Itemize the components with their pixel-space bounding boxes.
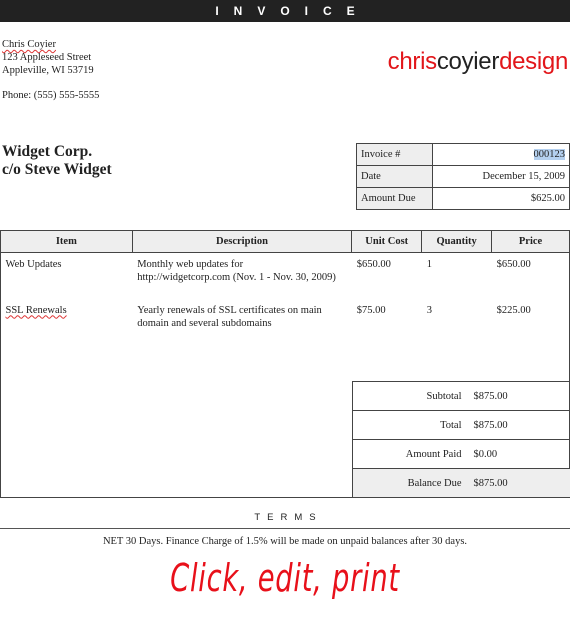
date-field[interactable]: December 15, 2009 xyxy=(432,165,570,188)
item-description[interactable]: Monthly web updates for http://widgetcorp… xyxy=(132,253,352,299)
invoice-number-field[interactable]: 000123 xyxy=(432,143,570,166)
total-value: $875.00 xyxy=(469,410,570,440)
item-name-text[interactable]: SSL Renewals xyxy=(6,305,67,316)
balance-due-label: Balance Due xyxy=(352,468,470,498)
item-description-line[interactable]: Yearly renewals of SSL certificates on m… xyxy=(137,304,348,317)
date-label: Date xyxy=(356,165,433,188)
amount-due-value: $625.00 xyxy=(432,187,570,210)
item-description-line[interactable]: Monthly web updates for xyxy=(137,258,348,271)
total-label: Total xyxy=(352,410,470,440)
logo-part-1: chris xyxy=(387,48,437,75)
invoice-number-label: Invoice # xyxy=(356,143,433,166)
table-row: SSL Renewals Yearly renewals of SSL cert… xyxy=(1,299,570,381)
sender-city[interactable]: Appleville, WI 53719 xyxy=(2,64,99,77)
sender-address[interactable]: Chris Coyier 123 Appleseed Street Applev… xyxy=(2,38,99,102)
column-header-description: Description xyxy=(131,230,353,253)
item-quantity[interactable]: 1 xyxy=(422,253,492,299)
column-header-item: Item xyxy=(0,230,133,253)
amount-paid-label: Amount Paid xyxy=(352,439,470,469)
totals-table: Subtotal $875.00 Total $875.00 Amount Pa… xyxy=(352,381,570,498)
logo-part-2: coyier xyxy=(436,48,500,75)
balance-due-value: $875.00 xyxy=(469,468,570,498)
column-header-quantity: Quantity xyxy=(421,230,493,253)
logo-part-3: design xyxy=(499,48,568,75)
item-unit-cost[interactable]: $650.00 xyxy=(352,253,422,299)
invoice-header[interactable]: INVOICE xyxy=(0,0,570,22)
terms-heading: TERMS xyxy=(254,512,323,523)
table-row: Web Updates Monthly web updates for http:… xyxy=(1,253,570,299)
terms-divider xyxy=(0,528,570,529)
sender-phone[interactable]: Phone: (555) 555-5555 xyxy=(2,89,99,102)
customer-title[interactable]: Widget Corp. c/o Steve Widget xyxy=(2,143,112,179)
amount-due-label: Amount Due xyxy=(356,187,433,210)
invoice-number-value[interactable]: 000123 xyxy=(533,149,565,160)
subtotal-value: $875.00 xyxy=(469,381,570,411)
item-price: $225.00 xyxy=(496,304,531,316)
handwritten-annotation: Click, edit, print xyxy=(170,556,400,600)
item-price: $650.00 xyxy=(496,259,531,270)
terms-text[interactable]: NET 30 Days. Finance Charge of 1.5% will… xyxy=(0,536,570,547)
meta-row-date: Date December 15, 2009 xyxy=(356,165,570,188)
item-description[interactable]: Yearly renewals of SSL certificates on m… xyxy=(132,299,352,381)
subtotal-label: Subtotal xyxy=(352,381,470,411)
meta-row-invoice-number: Invoice # 000123 xyxy=(356,143,570,166)
item-name[interactable]: Web Updates xyxy=(1,253,133,299)
item-quantity[interactable]: 3 xyxy=(422,299,492,381)
amount-paid-value[interactable]: $0.00 xyxy=(469,439,570,469)
sender-street[interactable]: 123 Appleseed Street xyxy=(2,51,99,64)
sender-name[interactable]: Chris Coyier xyxy=(2,39,56,50)
meta-row-amount-due: Amount Due $625.00 xyxy=(356,187,570,210)
column-header-price: Price xyxy=(491,230,570,253)
customer-company[interactable]: Widget Corp. xyxy=(2,143,112,161)
company-logo: chriscoyierdesign xyxy=(387,48,569,76)
totals-row-amount-paid: Amount Paid $0.00 xyxy=(352,439,570,469)
totals-row-total: Total $875.00 xyxy=(352,410,570,440)
invoice-meta-table: Invoice # 000123 Date December 15, 2009 … xyxy=(356,143,570,210)
column-header-unit-cost: Unit Cost xyxy=(351,230,423,253)
item-unit-cost[interactable]: $75.00 xyxy=(352,299,422,381)
totals-row-subtotal: Subtotal $875.00 xyxy=(352,381,570,411)
items-header-row: Item Description Unit Cost Quantity Pric… xyxy=(0,230,570,253)
item-description-line[interactable]: http://widgetcorp.com (Nov. 1 - Nov. 30,… xyxy=(137,271,348,284)
item-description-line[interactable]: domain and several subdomains xyxy=(137,317,348,330)
item-name[interactable]: SSL Renewals xyxy=(1,299,133,381)
customer-contact[interactable]: c/o Steve Widget xyxy=(2,161,112,179)
items-table: Item Description Unit Cost Quantity Pric… xyxy=(0,230,570,381)
totals-row-balance-due: Balance Due $875.00 xyxy=(352,468,570,498)
